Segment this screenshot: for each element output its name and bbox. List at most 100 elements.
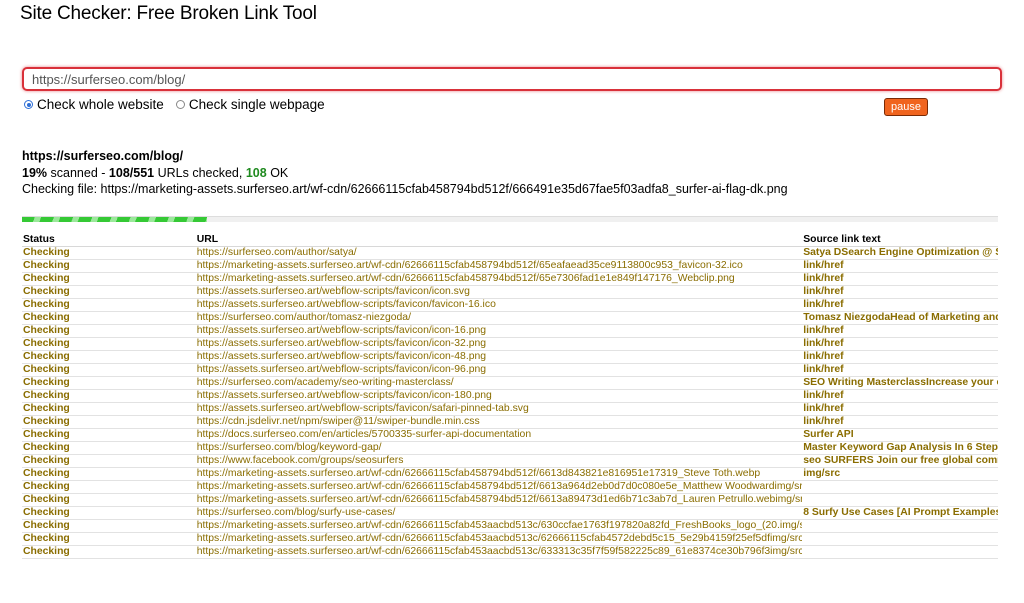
url-link[interactable]: https://assets.surferseo.art/webflow-scr… (195, 389, 803, 403)
url-link[interactable]: https://surferseo.com/blog/surfy-use-cas… (195, 506, 803, 520)
url-link[interactable]: https://marketing-assets.surferseo.art/w… (195, 545, 803, 559)
url-link[interactable]: https://assets.surferseo.art/webflow-scr… (195, 402, 803, 416)
source-link-text: link/href (802, 285, 998, 299)
table-row: Checking https://assets.surferseo.art/web… (22, 285, 998, 299)
checking-file-line: Checking file: https://marketing-assets.… (22, 181, 788, 198)
url-link[interactable]: https://assets.surferseo.art/webflow-scr… (195, 324, 803, 338)
status-cell: Checking (22, 415, 196, 429)
url-link[interactable]: https://marketing-assets.surferseo.art/w… (195, 493, 803, 507)
checking-file-url: https://marketing-assets.surferseo.art/w… (100, 182, 788, 196)
status-cell: Checking (22, 519, 196, 533)
table-row: Checking https://assets.surferseo.art/web… (22, 324, 998, 338)
status-cell: Checking (22, 428, 196, 442)
url-link[interactable]: https://www.facebook.com/groups/seosurfe… (195, 454, 803, 468)
url-link[interactable]: https://assets.surferseo.art/webflow-scr… (195, 350, 803, 364)
table-row: Checking https://marketing-assets.surfers… (22, 532, 998, 546)
url-link[interactable]: https://marketing-assets.surferseo.art/w… (195, 519, 803, 533)
status-cell: Checking (22, 532, 196, 546)
scan-percent: 19% (22, 165, 48, 180)
table-row: Checking https://marketing-assets.surfers… (22, 519, 998, 533)
radio-single-webpage-label[interactable]: Check single webpage (189, 97, 325, 112)
source-link-text: img/src (802, 467, 998, 481)
url-link[interactable]: https://surferseo.com/author/tomasz-niez… (195, 311, 803, 325)
status-cell: Checking (22, 493, 196, 507)
status-cell: Checking (22, 324, 196, 338)
table-row: Checking https://marketing-assets.surfers… (22, 480, 998, 494)
url-link[interactable]: https://docs.surferseo.com/en/articles/5… (195, 428, 803, 442)
separator-dash: - (101, 165, 106, 180)
url-link[interactable]: https://marketing-assets.surferseo.art/w… (195, 259, 803, 273)
url-link[interactable]: https://marketing-assets.surferseo.art/w… (195, 272, 803, 286)
table-header-row: Status URL Source link text (22, 234, 998, 247)
url-link[interactable]: https://marketing-assets.surferseo.art/w… (195, 467, 803, 481)
source-link-text (802, 545, 998, 559)
status-cell: Checking (22, 363, 196, 377)
radio-whole-website[interactable] (24, 100, 33, 109)
status-cell: Checking (22, 337, 196, 351)
status-cell: Checking (22, 246, 196, 260)
table-row: Checking https://docs.surferseo.com/en/ar… (22, 428, 998, 442)
url-link[interactable]: https://surferseo.com/blog/keyword-gap/ (195, 441, 803, 455)
source-link-text: link/href (802, 298, 998, 312)
radio-single-webpage[interactable] (175, 100, 185, 109)
status-cell: Checking (22, 441, 196, 455)
checked-counts: 108/551 (108, 165, 155, 180)
table-row: Checking https://assets.surferseo.art/web… (22, 298, 998, 312)
header-status[interactable]: Status (22, 234, 196, 247)
source-link-text: link/href (802, 272, 998, 286)
source-link-text: Satya DSearch Engine Optimization @ S (802, 246, 998, 260)
status-cell: Checking (22, 350, 196, 364)
header-source-link-text[interactable]: Source link text (802, 234, 998, 247)
status-cell: Checking (22, 402, 196, 416)
status-cell: Checking (22, 298, 196, 312)
page-title: Site Checker: Free Broken Link Tool (20, 3, 317, 24)
url-input[interactable] (22, 67, 1002, 91)
scanned-site-url: https://surferseo.com/blog/ (22, 149, 184, 163)
source-link-text (802, 532, 998, 546)
url-link[interactable]: https://assets.surferseo.art/webflow-scr… (195, 285, 803, 299)
source-link-text (802, 493, 998, 507)
ok-count: 108 (245, 165, 267, 180)
url-link[interactable]: https://cdn.jsdelivr.net/npm/swiper@11/s… (195, 415, 803, 429)
status-cell: Checking (22, 259, 196, 273)
status-cell: Checking (22, 545, 196, 559)
status-cell: Checking (22, 480, 196, 494)
url-link[interactable]: https://assets.surferseo.art/webflow-scr… (195, 337, 803, 351)
table-row: Checking https://cdn.jsdelivr.net/npm/swi… (22, 415, 998, 429)
url-link[interactable]: https://assets.surferseo.art/webflow-scr… (195, 363, 803, 377)
progress-bar (22, 216, 998, 222)
table-row: Checking https://surferseo.com/blog/keywo… (22, 441, 998, 455)
source-link-text: seo SURFERS Join our free global commu (802, 454, 998, 468)
source-link-text: link/href (802, 402, 998, 416)
source-link-text: Master Keyword Gap Analysis In 6 Steps (802, 441, 998, 455)
status-cell: Checking (22, 311, 196, 325)
status-cell: Checking (22, 285, 196, 299)
scan-progress-text: 19% scanned - 108/551 URLs checked, 108 … (22, 165, 788, 182)
check-mode-options: Check whole website Check single webpage (24, 97, 337, 112)
table-row: Checking https://surferseo.com/blog/surfy… (22, 506, 998, 520)
url-link[interactable]: https://surferseo.com/author/satya/ (195, 246, 803, 260)
source-link-text: link/href (802, 415, 998, 429)
checking-file-label: Checking file: (22, 182, 98, 196)
results-table: Status URL Source link text Checking http… (22, 234, 998, 559)
url-link[interactable]: https://surferseo.com/academy/seo-writin… (195, 376, 803, 390)
table-row: Checking https://surferseo.com/academy/se… (22, 376, 998, 390)
url-link[interactable]: https://marketing-assets.surferseo.art/w… (195, 532, 803, 546)
source-link-text (802, 480, 998, 494)
url-link[interactable]: https://marketing-assets.surferseo.art/w… (195, 480, 803, 494)
scan-status: https://surferseo.com/blog/ 19% scanned … (22, 148, 788, 198)
source-link-text (802, 519, 998, 533)
table-row: Checking https://marketing-assets.surfers… (22, 259, 998, 273)
source-link-text: SEO Writing MasterclassIncrease your co (802, 376, 998, 390)
table-row: Checking https://assets.surferseo.art/web… (22, 350, 998, 364)
source-link-text: link/href (802, 337, 998, 351)
url-link[interactable]: https://assets.surferseo.art/webflow-scr… (195, 298, 803, 312)
table-row: Checking https://marketing-assets.surfers… (22, 467, 998, 481)
table-row: Checking https://marketing-assets.surfers… (22, 545, 998, 559)
pause-button[interactable]: pause (884, 98, 928, 116)
status-cell: Checking (22, 454, 196, 468)
header-url[interactable]: URL (195, 234, 803, 247)
table-row: Checking https://surferseo.com/author/tom… (22, 311, 998, 325)
checked-suffix: URLs checked, (157, 165, 243, 180)
radio-whole-website-label[interactable]: Check whole website (37, 97, 164, 112)
